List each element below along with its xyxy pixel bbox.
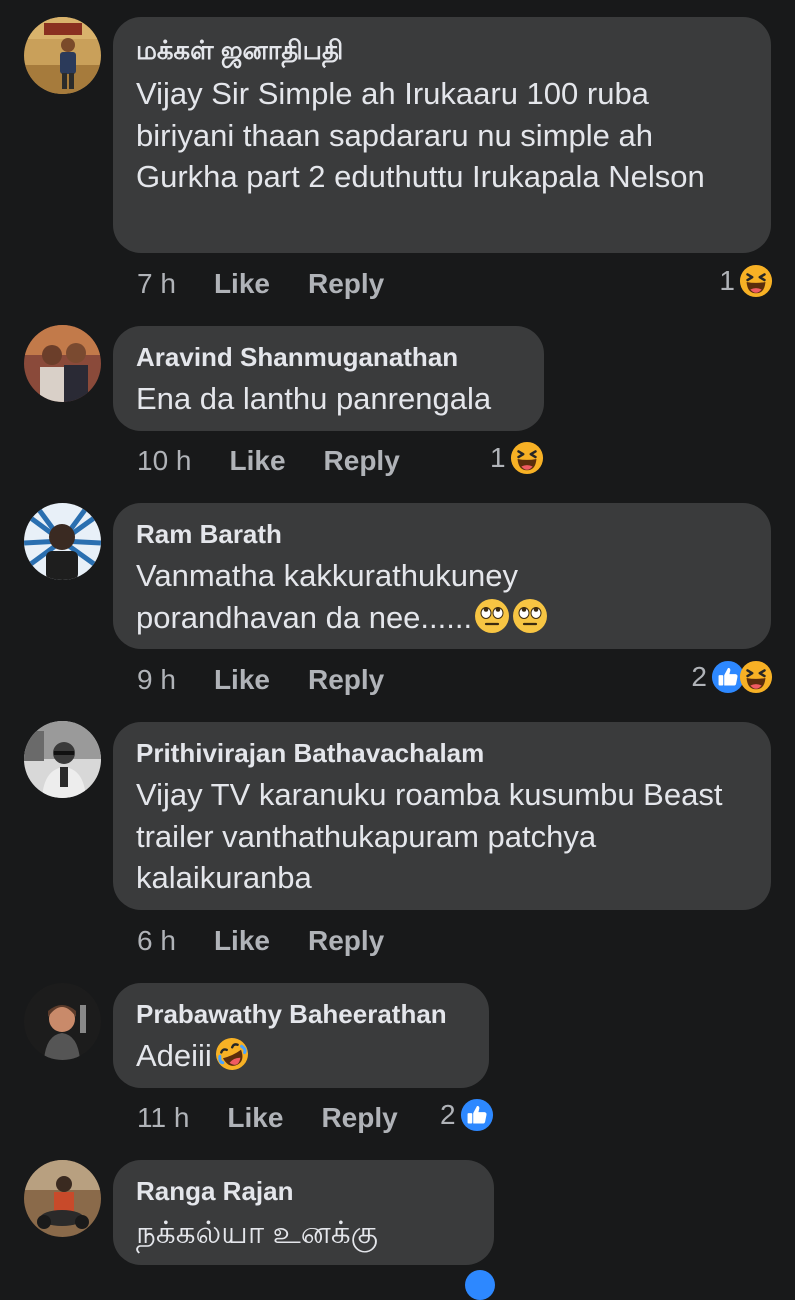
like-button[interactable]: Like	[227, 1102, 283, 1134]
reaction-summary[interactable]: 2	[691, 657, 773, 697]
comment-bubble: Prithivirajan Bathavachalam Vijay TV kar…	[113, 722, 771, 910]
haha-icon	[739, 660, 773, 694]
comment-timestamp[interactable]: 9 h	[137, 664, 176, 696]
comment-text: Vijay TV karanuku roamba kusumbu Beast t…	[136, 777, 723, 895]
comment-author[interactable]: Ram Barath	[136, 519, 748, 549]
reaction-count: 2	[691, 661, 707, 692]
like-button[interactable]: Like	[214, 925, 270, 957]
reaction-count: 1	[490, 442, 506, 473]
avatar[interactable]	[24, 983, 101, 1060]
like-icon	[465, 1270, 495, 1300]
avatar[interactable]	[24, 721, 101, 798]
comment-text: Vijay Sir Simple ah Irukaaru 100 ruba bi…	[136, 76, 705, 194]
avatar[interactable]	[24, 325, 101, 402]
comment-bubble: Ram Barath Vanmatha kakkurathukuney pora…	[113, 503, 771, 649]
comment-author[interactable]: Prithivirajan Bathavachalam	[136, 738, 748, 768]
comment-text: Ena da lanthu panrengala	[136, 381, 492, 416]
rolling-eyes-icon	[512, 598, 548, 634]
like-button[interactable]: Like	[230, 445, 286, 477]
comment-text: Adeiii	[136, 1035, 466, 1077]
comment-timestamp[interactable]: 10 h	[137, 445, 192, 477]
comment-actions: 6 h Like Reply	[137, 921, 384, 961]
reaction-summary[interactable]: 1	[490, 438, 544, 478]
reply-button[interactable]: Reply	[324, 445, 400, 477]
reply-button[interactable]: Reply	[308, 268, 384, 300]
comment-bubble: Ranga Rajan நக்கல்யா உனக்கு	[113, 1160, 494, 1265]
reaction-summary[interactable]: 2	[440, 1095, 494, 1135]
comment-author[interactable]: Aravind Shanmuganathan	[136, 342, 521, 372]
comment-author[interactable]: மக்கள் ஜனாதிபதி	[136, 35, 748, 65]
comment-text: நக்கல்யா உனக்கு	[136, 1215, 379, 1250]
comment-text: Vanmatha kakkurathukuney porandhavan da …	[136, 555, 576, 638]
comment-actions: 9 h Like Reply	[137, 660, 384, 700]
comment-bubble: Prabawathy Baheerathan Adeiii	[113, 983, 489, 1088]
like-button[interactable]: Like	[214, 664, 270, 696]
avatar[interactable]	[24, 17, 101, 94]
comment-timestamp[interactable]: 11 h	[137, 1102, 189, 1134]
comment-text-content: Adeiii	[136, 1038, 212, 1073]
rolling-laughing-icon	[214, 1036, 250, 1072]
comment-actions: 11 h Like Reply	[137, 1098, 398, 1138]
like-icon	[460, 1098, 494, 1132]
reaction-count: 2	[440, 1099, 456, 1130]
reply-button[interactable]: Reply	[308, 925, 384, 957]
avatar[interactable]	[24, 503, 101, 580]
reaction-summary[interactable]: 1	[719, 261, 773, 301]
comment-bubble: மக்கள் ஜனாதிபதி Vijay Sir Simple ah Iruk…	[113, 17, 771, 253]
reply-button[interactable]: Reply	[321, 1102, 397, 1134]
rolling-eyes-icon	[474, 598, 510, 634]
comment-timestamp[interactable]: 7 h	[137, 268, 176, 300]
comment-actions: 10 h Like Reply	[137, 441, 400, 481]
like-button[interactable]: Like	[214, 268, 270, 300]
comment-author[interactable]: Prabawathy Baheerathan	[136, 999, 466, 1029]
haha-icon	[739, 264, 773, 298]
comment-timestamp[interactable]: 6 h	[137, 925, 176, 957]
avatar[interactable]	[24, 1160, 101, 1237]
reaction-count: 1	[719, 265, 735, 296]
haha-icon	[510, 441, 544, 475]
comment-actions: 7 h Like Reply	[137, 264, 384, 304]
comment-bubble: Aravind Shanmuganathan Ena da lanthu pan…	[113, 326, 544, 431]
comment-text-content: Vanmatha kakkurathukuney porandhavan da …	[136, 558, 518, 635]
reply-button[interactable]: Reply	[308, 664, 384, 696]
comment-author[interactable]: Ranga Rajan	[136, 1176, 471, 1206]
